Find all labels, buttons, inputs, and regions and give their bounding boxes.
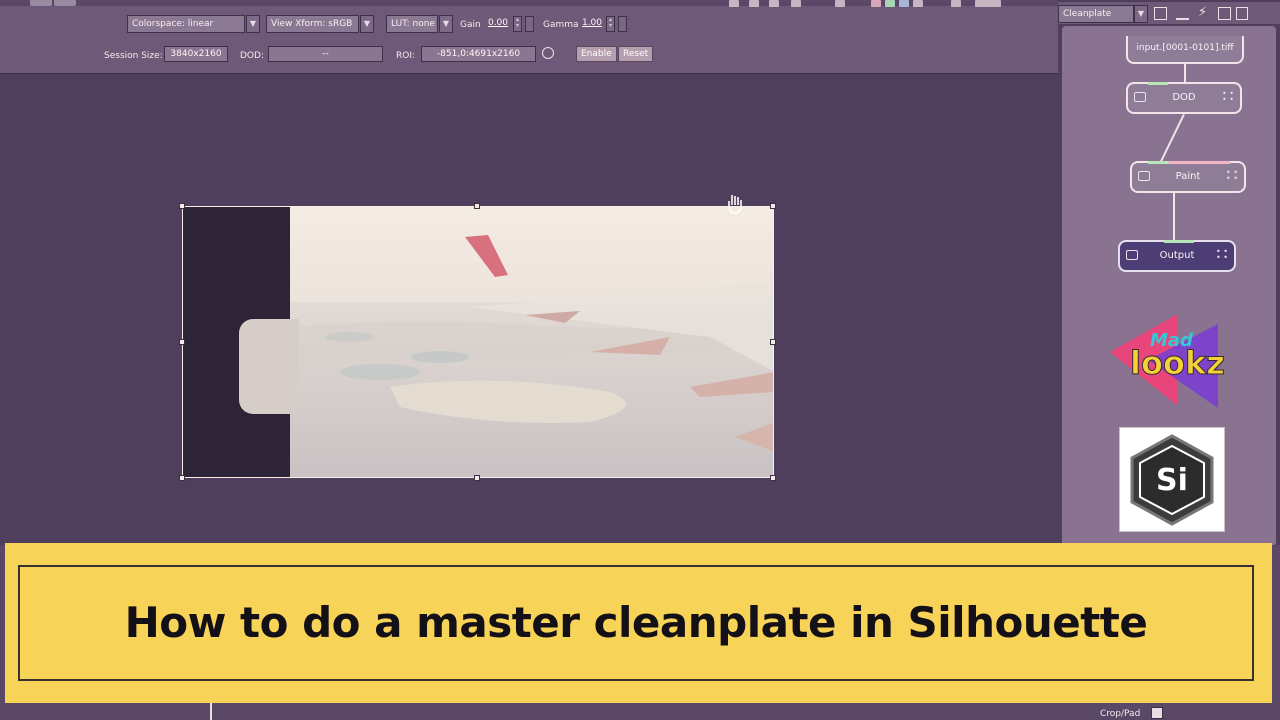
crop-pad-label: Crop/Pad [1100, 709, 1141, 719]
node-output[interactable]: Output • • • • [1118, 240, 1236, 272]
chevron-down-icon[interactable]: ▼ [1134, 5, 1148, 23]
node-input-port [1148, 82, 1168, 85]
monitor-icon [1134, 92, 1146, 102]
title-banner: How to do a master cleanplate in Silhoue… [5, 543, 1272, 703]
tool-icon[interactable] [951, 0, 961, 7]
gain-spinner[interactable]: ▴ ▾ [513, 16, 522, 32]
gamma-reset[interactable] [618, 16, 627, 32]
svg-text:Si: Si [1156, 463, 1188, 498]
frame-handle[interactable] [770, 339, 776, 345]
node-input[interactable]: input.[0001-0101].tiff [1126, 36, 1244, 64]
tool-icon[interactable] [769, 0, 779, 7]
gamma-field[interactable]: 1.00 [579, 16, 605, 32]
node-label: DOD [1172, 92, 1196, 103]
green-channel-icon[interactable] [885, 0, 895, 7]
clock-icon[interactable] [542, 47, 554, 59]
node-label: Output [1159, 250, 1195, 261]
toolbar-top-button[interactable] [54, 0, 76, 6]
frame-handle[interactable] [474, 475, 480, 481]
lightning-icon[interactable]: ⚡ [1198, 6, 1207, 20]
silhouette-logo-art: Si [1130, 434, 1214, 526]
trash-icon[interactable] [1236, 7, 1248, 20]
cleanplate-extension [239, 319, 299, 414]
chevron-down-icon[interactable]: ▼ [439, 15, 453, 33]
enable-button[interactable]: Enable [576, 46, 617, 62]
madlookz-logo: Mad lookz [1110, 314, 1225, 408]
node-options-icon[interactable]: • • • • [1226, 169, 1238, 184]
dod-field[interactable]: -- [268, 46, 383, 62]
roi-field[interactable]: -851,0:4691x2160 [421, 46, 536, 62]
node-paint[interactable]: Paint • • • • [1130, 161, 1246, 193]
tool-icon[interactable] [835, 0, 845, 7]
node-input-port [1164, 240, 1194, 243]
crop-pad-checkbox[interactable] [1151, 707, 1163, 719]
frame-handle[interactable] [179, 475, 185, 481]
node-wire [1173, 193, 1175, 243]
red-channel-icon[interactable] [871, 0, 881, 7]
image-frame[interactable] [182, 206, 774, 478]
tool-icon[interactable] [729, 0, 739, 7]
node-dod[interactable]: DOD • • • • [1126, 82, 1242, 114]
viewer-toolbar: Colorspace: linear ▼ View Xform: sRGB ▼ … [0, 0, 1058, 74]
node-view-icon[interactable] [1154, 7, 1167, 20]
monitor-icon [1138, 171, 1150, 181]
view-xform-dropdown[interactable]: View Xform: sRGB [266, 15, 359, 33]
dod-label: DOD: [240, 51, 264, 61]
node-input-ports [1148, 161, 1230, 164]
viewer-tool-icons [725, 0, 1003, 8]
magnifier-icon[interactable] [791, 0, 801, 7]
session-size-field[interactable]: 3840x2160 [164, 46, 228, 62]
node-options-icon[interactable]: • • • • [1222, 90, 1234, 105]
plate-image-art [290, 235, 773, 477]
plate-image [290, 207, 773, 477]
preset-dropdown[interactable]: Cleanplate [1058, 5, 1134, 23]
frame-handle[interactable] [770, 203, 776, 209]
monitor-icon [1126, 250, 1138, 260]
reset-button[interactable]: Reset [618, 46, 654, 62]
title-banner-frame: How to do a master cleanplate in Silhoue… [18, 565, 1254, 681]
frame-handle[interactable] [474, 203, 480, 209]
frame-handle[interactable] [179, 339, 185, 345]
session-size-label: Session Size: [104, 51, 163, 61]
chevron-down-icon[interactable]: ▼ [246, 15, 260, 33]
node-tree-icon[interactable] [1176, 7, 1189, 20]
blue-channel-icon[interactable] [899, 0, 909, 7]
gamma-label: Gamma [543, 20, 579, 30]
node-label: Paint [1175, 171, 1201, 182]
frame-handle[interactable] [770, 475, 776, 481]
gain-field[interactable]: 0.00 [484, 16, 512, 32]
roi-label: ROI: [396, 51, 416, 61]
svg-text:lookz: lookz [1130, 344, 1225, 382]
node-settings-icon[interactable] [1218, 7, 1231, 20]
toolbar-top-button[interactable] [30, 0, 52, 6]
banner-title: How to do a master cleanplate in Silhoue… [124, 598, 1148, 647]
gain-reset[interactable] [525, 16, 534, 32]
frame-handle[interactable] [179, 203, 185, 209]
lut-dropdown[interactable]: LUT: none [386, 15, 438, 33]
alpha-channel-icon[interactable] [913, 0, 923, 7]
hand-cursor-icon [728, 195, 742, 214]
tool-icon[interactable] [749, 0, 759, 7]
gamma-spinner[interactable]: ▴ ▾ [606, 16, 615, 32]
colorspace-dropdown[interactable]: Colorspace: linear [127, 15, 245, 33]
silhouette-logo: Si [1119, 427, 1225, 532]
node-wire [1184, 64, 1186, 84]
gain-label: Gain [460, 20, 481, 30]
node-options-icon[interactable]: • • • • [1216, 248, 1228, 263]
node-panel-header: Cleanplate ▼ ⚡ [1058, 2, 1280, 24]
zoom-field[interactable] [975, 0, 1001, 7]
chevron-down-icon[interactable]: ▼ [360, 15, 374, 33]
